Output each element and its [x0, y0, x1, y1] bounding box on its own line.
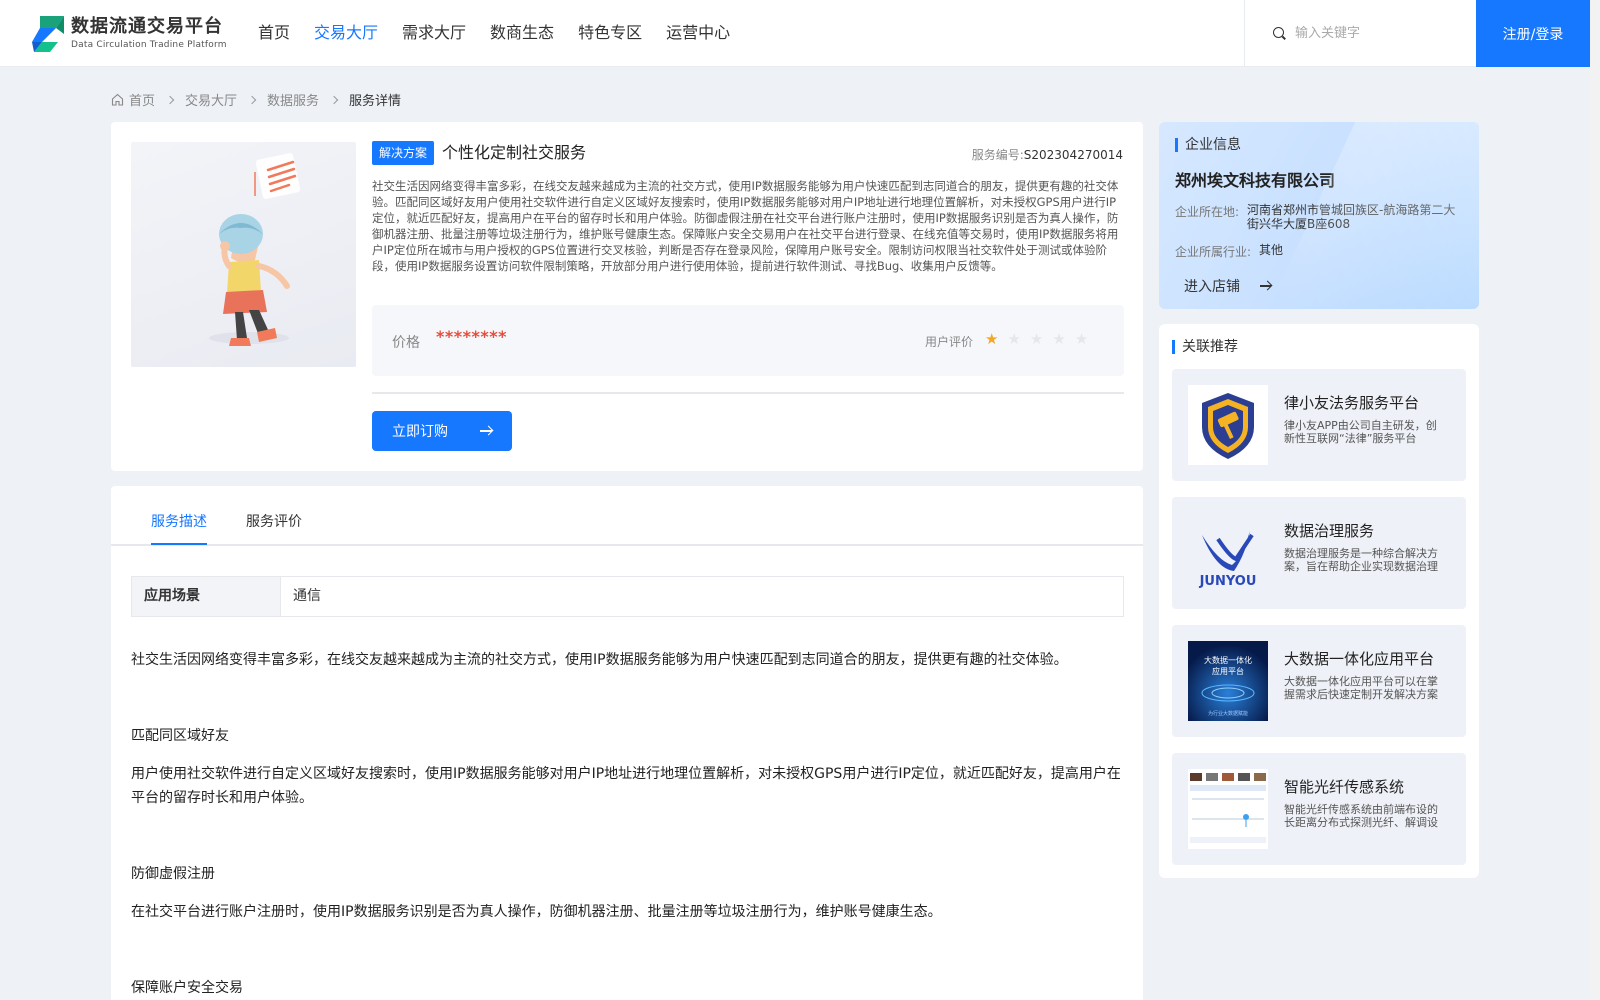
chevron-right-icon — [329, 95, 339, 104]
company-info-card: 企业信息 郑州埃文科技有限公司 企业所在地: 河南省郑州市管城回族区-航海路第二… — [1159, 122, 1479, 309]
recommend-section-title: 关联推荐 — [1172, 338, 1238, 356]
platform-logo[interactable]: 数据流通交易平台 Data Circulation Tradine Platfo… — [30, 14, 227, 54]
recommend-thumbnail: JUNYOU — [1188, 513, 1268, 593]
recommend-thumbnail — [1188, 385, 1268, 465]
main-nav: 首页 交易大厅 需求大厅 数商生态 特色专区 运营中心 — [258, 22, 754, 44]
top-header: 数据流通交易平台 Data Circulation Tradine Platfo… — [0, 0, 1590, 67]
location-label: 企业所在地: — [1175, 205, 1240, 219]
recommend-item[interactable]: JUNYOU 数据治理服务 数据治理服务是一种综合解决方案，旨在帮助企业实现数据… — [1172, 497, 1466, 609]
recommend-item[interactable]: 大数据一体化 应用平台 为行业大数据赋能 大数据一体化应用平台 大数据一体化应用… — [1172, 625, 1466, 737]
nav-demand-hall[interactable]: 需求大厅 — [402, 22, 466, 44]
company-section-title: 企业信息 — [1175, 136, 1241, 154]
company-industry-row: 企业所属行业: 其他 — [1175, 243, 1471, 260]
chevron-right-icon — [247, 95, 257, 104]
star-icon: ★ — [1074, 330, 1089, 348]
rating-label: 用户评价 — [925, 335, 974, 349]
product-image — [131, 142, 356, 367]
nav-ecosystem[interactable]: 数商生态 — [490, 22, 554, 44]
detail-card: 服务描述 服务评价 应用场景 通信 社交生活因网络变得丰富多彩，在线交友越来越成… — [111, 486, 1143, 1000]
enter-store-link[interactable]: 进入店铺 — [1184, 276, 1240, 296]
bigdata-thumb-subtitle: 应用平台 — [1212, 666, 1244, 676]
order-now-label: 立即订购 — [392, 424, 448, 440]
active-tab-indicator — [151, 543, 207, 545]
recommend-thumbnail — [1188, 769, 1268, 849]
recommend-name: 大数据一体化应用平台 — [1284, 650, 1435, 668]
nav-home[interactable]: 首页 — [258, 22, 290, 44]
search-box — [1244, 0, 1476, 67]
content-heading: 保障账户安全交易 — [131, 980, 243, 996]
breadcrumb-current: 服务详情 — [349, 94, 402, 109]
recommend-item[interactable]: 智能光纤传感系统 智能光纤传感系统由前端布设的长距离分布式探测光纤、解调设备 — [1172, 753, 1466, 865]
location-value: 河南省郑州市管城回族区-航海路第二大街兴华大厦B座608 — [1247, 203, 1456, 231]
search-input[interactable] — [1295, 22, 1465, 44]
home-icon[interactable] — [111, 93, 124, 106]
industry-label: 企业所属行业: — [1175, 245, 1252, 259]
company-name: 郑州埃文科技有限公司 — [1175, 171, 1336, 190]
breadcrumb-home[interactable]: 首页 — [129, 90, 155, 109]
star-icon: ★ — [1007, 330, 1021, 348]
nav-operations-center[interactable]: 运营中心 — [666, 22, 730, 44]
content-heading: 匹配同区域好友 — [131, 728, 229, 744]
tab-service-reviews[interactable]: 服务评价 — [246, 511, 302, 531]
recommend-desc: 大数据一体化应用平台可以在掌握需求后快速定制开发解决方案 — [1284, 675, 1438, 701]
detail-tabs: 服务描述 服务评价 — [111, 486, 1143, 546]
bigdata-thumb-caption: 为行业大数据赋能 — [1208, 710, 1248, 717]
recommend-item[interactable]: 律小友法务服务平台 律小友APP由公司自主研发，创新性互联网“法律”服务平台 — [1172, 369, 1466, 481]
recommend-name: 数据治理服务 — [1284, 522, 1375, 540]
product-title: 个性化定制社交服务 — [442, 143, 587, 162]
content-paragraph: 用户使用社交软件进行自定义区域好友搜索时，使用IP数据服务能够对用户IP地址进行… — [131, 766, 1121, 806]
service-number-value: S202304270014 — [1023, 148, 1123, 162]
scene-key: 应用场景 — [132, 577, 280, 616]
recommend-name: 律小友法务服务平台 — [1284, 394, 1420, 412]
recommend-thumbnail: 大数据一体化 应用平台 为行业大数据赋能 — [1188, 641, 1268, 721]
junyou-logo-text: JUNYOU — [1199, 574, 1257, 589]
logo-subtitle: Data Circulation Tradine Platform — [71, 40, 227, 50]
bigdata-thumb-title: 大数据一体化 — [1204, 655, 1252, 665]
breadcrumb-trading-hall[interactable]: 交易大厅 — [185, 90, 237, 109]
star-icon: ★ — [985, 330, 999, 348]
page-scrollbar[interactable] — [1590, 0, 1600, 1000]
company-location-row: 企业所在地: 河南省郑州市管城回族区-航海路第二大街兴华大厦B座608 — [1175, 203, 1459, 231]
logo-icon — [30, 14, 66, 54]
content-heading: 防御虚假注册 — [131, 866, 215, 882]
scene-value: 通信 — [280, 577, 1123, 616]
search-icon[interactable] — [1273, 27, 1284, 38]
breadcrumb-data-service[interactable]: 数据服务 — [267, 90, 319, 109]
product-card: 解决方案 个性化定制社交服务 服务编号:S202304270014 社交生活因网… — [111, 122, 1143, 471]
chevron-right-icon — [165, 95, 175, 104]
star-icon: ★ — [1029, 330, 1044, 348]
star-rating: ★ ★ ★ ★ ★ — [985, 331, 1097, 347]
price-value: ******** — [436, 327, 507, 346]
product-description: 社交生活因网络变得丰富多彩，在线交友越来越成为主流的社交方式，使用IP数据服务能… — [372, 179, 1119, 273]
recommend-desc: 律小友APP由公司自主研发，创新性互联网“法律”服务平台 — [1284, 419, 1437, 445]
arrow-right-icon[interactable] — [1260, 285, 1271, 287]
login-register-button[interactable]: 注册/登录 — [1476, 0, 1590, 67]
price-label: 价格 — [392, 335, 420, 351]
price-box: 价格 ******** 用户评价 ★ ★ ★ ★ ★ — [372, 305, 1124, 376]
divider — [372, 392, 1124, 394]
recommend-desc: 智能光纤传感系统由前端布设的长距离分布式探测光纤、解调设备 — [1284, 803, 1438, 829]
logo-title: 数据流通交易平台 — [71, 16, 223, 37]
recommend-name: 智能光纤传感系统 — [1284, 778, 1405, 796]
related-recommendations: 关联推荐 律小友法务服务平台 律小友APP由公司自主研发，创新性互联网“法律”服… — [1159, 324, 1479, 878]
arrow-right-icon — [480, 430, 492, 432]
content-paragraph: 社交生活因网络变得丰富多彩，在线交友越来越成为主流的社交方式，使用IP数据服务能… — [131, 652, 1068, 668]
star-icon: ★ — [1052, 330, 1066, 348]
content-paragraph: 在社交平台进行账户注册时，使用IP数据服务识别是否为真人操作，防御机器注册、批量… — [131, 904, 942, 920]
service-number: 服务编号:S202304270014 — [972, 146, 1123, 163]
application-scene-row: 应用场景 通信 — [131, 576, 1124, 617]
industry-value: 其他 — [1259, 243, 1284, 257]
tab-service-description[interactable]: 服务描述 — [151, 511, 207, 531]
nav-featured-zone[interactable]: 特色专区 — [578, 22, 642, 44]
breadcrumb: 首页 交易大厅 数据服务 服务详情 — [111, 90, 401, 109]
order-now-button[interactable]: 立即订购 — [372, 411, 512, 451]
recommend-desc: 数据治理服务是一种综合解决方案，旨在帮助企业实现数据治理 — [1284, 547, 1438, 573]
service-number-label: 服务编号: — [971, 148, 1024, 162]
solution-tag: 解决方案 — [372, 141, 435, 165]
nav-trading-hall[interactable]: 交易大厅 — [314, 22, 378, 44]
